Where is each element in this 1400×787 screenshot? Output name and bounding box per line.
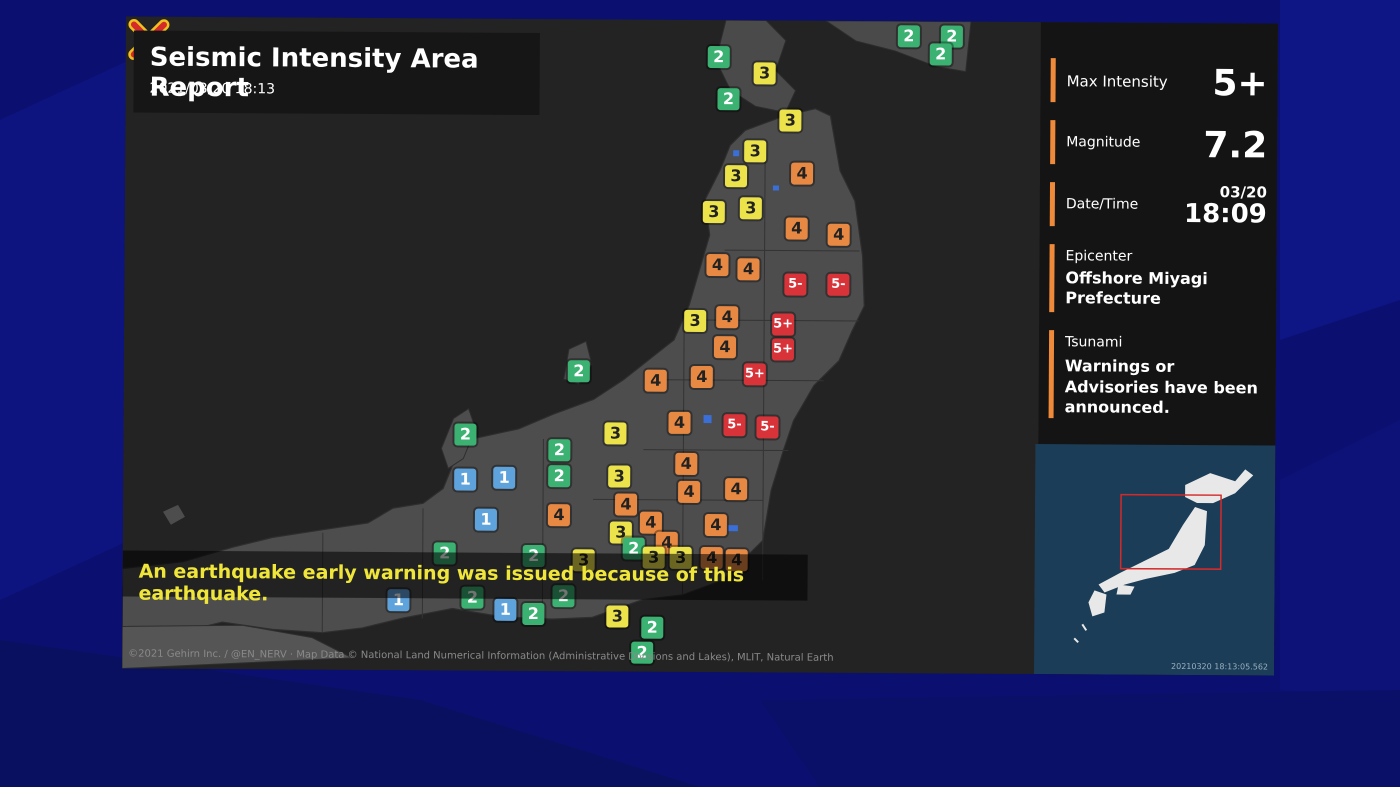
intensity-badge: 1 — [454, 468, 477, 491]
intensity-badge: 4 — [716, 306, 739, 329]
intensity-badge: 3 — [604, 422, 627, 445]
magnitude-value: 7.2 — [1203, 125, 1268, 167]
epicenter-label: Epicenter — [1065, 248, 1133, 265]
report-title-box: Seismic Intensity Area Report 2021/03/20… — [133, 30, 540, 116]
magnitude-label: Magnitude — [1066, 134, 1141, 151]
intensity-badge: 2 — [717, 88, 740, 111]
intensity-badge: 5+ — [771, 338, 795, 361]
accent-bar — [1050, 120, 1056, 165]
max-intensity-label: Max Intensity — [1066, 72, 1168, 91]
max-intensity-value: 5+ — [1212, 63, 1268, 105]
epicenter-line1: Offshore Miyagi — [1065, 268, 1208, 289]
inset-timestamp: 20210320 18:13:05.562 — [1171, 661, 1269, 672]
intensity-badge: 2 — [929, 43, 952, 66]
intensity-badge: 3 — [724, 165, 748, 188]
intensity-badge: 4 — [827, 223, 850, 246]
intensity-badge: 4 — [675, 452, 698, 475]
epicenter-line2: Prefecture — [1065, 288, 1161, 308]
overview-inset-map: 20210320 18:13:05.562 — [1034, 444, 1276, 676]
epicenter-row: Epicenter Offshore Miyagi Prefecture — [1039, 244, 1276, 315]
intensity-badge: 2 — [548, 439, 571, 462]
accent-bar — [1049, 182, 1056, 227]
intensity-badge: 5- — [723, 414, 746, 437]
intensity-badge: 5+ — [743, 363, 766, 386]
time-value: 18:09 — [1183, 198, 1267, 230]
intensity-badge: 2 — [567, 360, 590, 383]
intensity-badge: 4 — [785, 217, 808, 240]
broadcast-screen: 2 3 2 3 3 4 3 3 3 4 4 4 4 5- 5- 3 4 5+ 4… — [122, 16, 1278, 676]
intensity-badge: 4 — [639, 511, 662, 534]
intensity-badge: 3 — [684, 309, 707, 333]
datetime-row: Date/Time 03/20 18:09 — [1040, 182, 1277, 229]
eew-caption: An earthquake early warning was issued b… — [122, 550, 808, 605]
intensity-badge: 2 — [548, 465, 571, 488]
report-issued-time: 2021/03/20 18:13 — [149, 80, 276, 98]
intensity-badge: 4 — [668, 411, 691, 434]
intensity-badge: 4 — [790, 162, 814, 185]
intensity-badge: 4 — [644, 369, 667, 392]
intensity-badge: 4 — [704, 514, 727, 537]
datetime-label: Date/Time — [1065, 196, 1139, 213]
intensity-badge: 4 — [737, 258, 760, 281]
intensity-badge: 3 — [744, 140, 767, 163]
intensity-badge: 4 — [547, 504, 571, 527]
magnitude-row: Magnitude 7.2 — [1040, 120, 1277, 167]
tsunami-row: Tsunami Warnings or Advisories have been… — [1039, 330, 1277, 421]
accent-bar — [1048, 330, 1055, 419]
intensity-badge: 4 — [678, 480, 701, 504]
intensity-badge: 5- — [827, 273, 850, 296]
intensity-badge: 1 — [474, 508, 498, 531]
accent-bar — [1049, 244, 1055, 313]
tsunami-line3: announced. — [1064, 397, 1170, 417]
intensity-badge: 2 — [454, 423, 477, 446]
eew-caption-text: An earthquake early warning was issued b… — [138, 560, 745, 606]
intensity-badge: 4 — [690, 365, 713, 389]
japan-intensity-map: 2 3 2 3 3 4 3 3 3 4 4 4 4 5- 5- 3 4 5+ 4… — [122, 16, 1041, 675]
intensity-badge: 4 — [725, 478, 748, 501]
intensity-badge: 3 — [739, 197, 762, 220]
intensity-badge: 2 — [897, 25, 920, 48]
intensity-badge: 3 — [702, 201, 725, 224]
tsunami-line1: Warnings or — [1064, 356, 1175, 376]
intensity-badge: 2 — [641, 616, 664, 639]
intensity-badge: 3 — [606, 605, 629, 628]
intensity-badge: 4 — [706, 254, 729, 277]
intensity-badge: 3 — [753, 62, 776, 85]
intensity-badge: 4 — [614, 493, 638, 516]
intensity-badge: 3 — [608, 465, 631, 488]
max-intensity-row: Max Intensity 5+ — [1040, 58, 1277, 105]
tsunami-label: Tsunami — [1064, 334, 1123, 351]
japan-overview-shape — [1073, 469, 1254, 644]
intensity-badge: 5- — [756, 416, 779, 439]
intensity-badge: 2 — [707, 46, 730, 69]
intensity-badge: 3 — [779, 109, 802, 132]
intensity-badge: 5- — [784, 273, 807, 296]
intensity-badge: 1 — [493, 466, 516, 489]
tsunami-line2: Advisories have been — [1064, 377, 1258, 398]
accent-bar — [1050, 58, 1056, 103]
intensity-badge: 5+ — [772, 313, 795, 336]
intensity-badge: 4 — [713, 336, 737, 359]
